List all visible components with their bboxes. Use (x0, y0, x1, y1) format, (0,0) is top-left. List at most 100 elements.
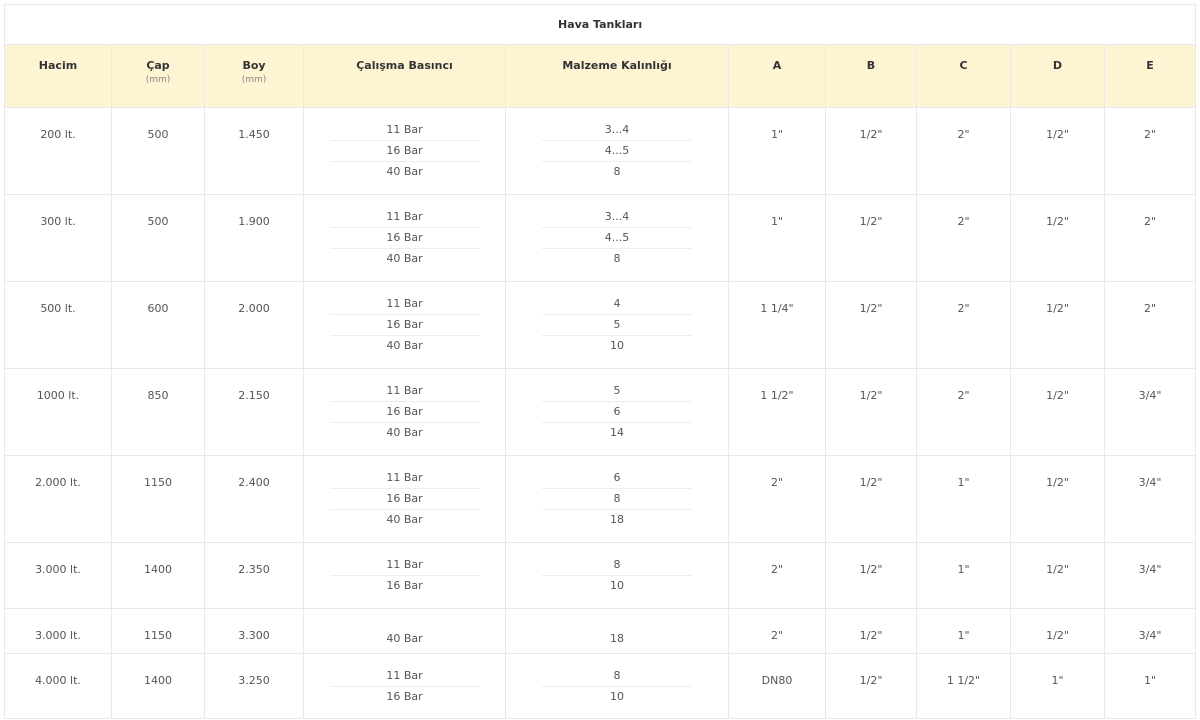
cell-hacim: 500 lt. (4, 281, 112, 369)
cell-kalinlik-value: 3...4 (604, 123, 630, 136)
cell-b: 1/2" (825, 194, 917, 282)
cell-a: 1 1/4" (728, 281, 826, 369)
table-row: 3.000 lt. 1150 3.300 40 Bar 18 2" 1/2" 1" 1/2" 3/… (4, 608, 1197, 654)
cell-basinc-value: 16 Bar (329, 401, 480, 422)
cell-a: 2" (728, 608, 826, 654)
cell-basinc-value: 16 Bar (329, 686, 480, 707)
cell-d: 1/2" (1010, 281, 1105, 369)
table-row: 2.000 lt. 1150 2.400 11 Bar 16 Bar 40 Bar 6 8 18… (4, 455, 1197, 543)
cell-boy: 2.400 (204, 455, 304, 543)
cell-kalinlik: 18 (505, 608, 729, 654)
cell-kalinlik-value: 8 (613, 558, 621, 571)
cell-cap: 1150 (111, 455, 205, 543)
cell-basinc-value: 40 Bar (329, 248, 480, 269)
cell-a: 1" (728, 107, 826, 195)
cell-b: 1/2" (825, 542, 917, 609)
cell-kalinlik-value: 4...5 (542, 227, 692, 248)
table-title: Hava Tankları (3, 4, 1197, 45)
header-boy: Boy (mm) (204, 44, 304, 108)
cell-kalinlik: 8 10 (505, 542, 729, 609)
cell-kalinlik-value: 5 (542, 314, 692, 335)
cell-kalinlik-value: 4 (613, 297, 621, 310)
cell-hacim: 3.000 lt. (4, 608, 112, 654)
cell-hacim: 200 lt. (4, 107, 112, 195)
cell-basinc: 11 Bar 16 Bar 40 Bar (303, 455, 506, 543)
cell-d: 1/2" (1010, 107, 1105, 195)
cell-e: 1" (1103, 653, 1197, 719)
cell-b: 1/2" (825, 107, 917, 195)
cell-cap: 850 (111, 368, 205, 456)
cell-a: 1 1/2" (728, 368, 826, 456)
cell-basinc: 11 Bar 16 Bar (303, 542, 506, 609)
cell-e: 2" (1103, 281, 1197, 369)
cell-kalinlik-value: 8 (613, 669, 621, 682)
cell-kalinlik: 6 8 18 (505, 455, 729, 543)
cell-b: 1/2" (825, 455, 917, 543)
cell-kalinlik-value: 6 (542, 401, 692, 422)
cell-e: 3/4" (1103, 368, 1197, 456)
cell-kalinlik: 5 6 14 (505, 368, 729, 456)
cell-hacim: 4.000 lt. (4, 653, 112, 719)
cell-c: 2" (916, 281, 1011, 369)
cell-basinc-value: 11 Bar (386, 669, 423, 682)
cell-e: 2" (1103, 194, 1197, 282)
cell-c: 1" (916, 455, 1011, 543)
table-row: 4.000 lt. 1400 3.250 11 Bar 16 Bar 8 10 DN80 1/2… (4, 653, 1197, 719)
cell-basinc-value: 11 Bar (386, 297, 423, 310)
unit-label: (mm) (241, 75, 267, 85)
cell-kalinlik-value: 14 (542, 422, 692, 443)
header-kalinlik: Malzeme Kalınlığı (505, 44, 729, 108)
table-row: 200 lt. 500 1.450 11 Bar 16 Bar 40 Bar 3...4 4.… (4, 107, 1197, 195)
cell-basinc: 11 Bar 16 Bar 40 Bar (303, 281, 506, 369)
cell-kalinlik-value: 4...5 (542, 140, 692, 161)
header-c: C (916, 44, 1011, 108)
cell-basinc-value: 16 Bar (329, 227, 480, 248)
cell-basinc-value: 16 Bar (329, 575, 480, 596)
cell-basinc-value: 16 Bar (329, 488, 480, 509)
cell-basinc-value: 40 Bar (386, 632, 423, 645)
cell-hacim: 3.000 lt. (4, 542, 112, 609)
cell-cap: 1400 (111, 542, 205, 609)
cell-kalinlik-value: 8 (542, 248, 692, 269)
cell-basinc-value: 40 Bar (329, 335, 480, 356)
table-row: 1000 lt. 850 2.150 11 Bar 16 Bar 40 Bar 5 6 14 1 … (4, 368, 1197, 456)
cell-e: 3/4" (1103, 608, 1197, 654)
cell-cap: 1400 (111, 653, 205, 719)
table-row: 300 lt. 500 1.900 11 Bar 16 Bar 40 Bar 3...4 4.… (4, 194, 1197, 282)
cell-boy: 1.450 (204, 107, 304, 195)
cell-a: 2" (728, 542, 826, 609)
cell-c: 2" (916, 194, 1011, 282)
cell-basinc: 11 Bar 16 Bar 40 Bar (303, 194, 506, 282)
table-row: 500 lt. 600 2.000 11 Bar 16 Bar 40 Bar 4 5 10 1 1… (4, 281, 1197, 369)
cell-kalinlik-value: 18 (610, 632, 624, 645)
header-d: D (1010, 44, 1105, 108)
cell-d: 1/2" (1010, 194, 1105, 282)
cell-basinc-value: 11 Bar (386, 123, 423, 136)
air-tank-spec-table: Hava Tankları Hacim Çap (mm) Boy (mm) Çalı… (3, 4, 1197, 719)
unit-label: (mm) (145, 75, 171, 85)
cell-c: 2" (916, 107, 1011, 195)
cell-cap: 1150 (111, 608, 205, 654)
cell-hacim: 2.000 lt. (4, 455, 112, 543)
cell-kalinlik-value: 3...4 (604, 210, 630, 223)
cell-kalinlik: 3...4 4...5 8 (505, 107, 729, 195)
cell-cap: 500 (111, 194, 205, 282)
cell-c: 1 1/2" (916, 653, 1011, 719)
cell-kalinlik-value: 8 (542, 161, 692, 182)
cell-basinc-value: 16 Bar (329, 140, 480, 161)
cell-basinc-value: 11 Bar (386, 210, 423, 223)
cell-kalinlik: 3...4 4...5 8 (505, 194, 729, 282)
cell-cap: 500 (111, 107, 205, 195)
cell-boy: 2.150 (204, 368, 304, 456)
cell-kalinlik-value: 10 (542, 575, 692, 596)
cell-d: 1/2" (1010, 608, 1105, 654)
table-row: 3.000 lt. 1400 2.350 11 Bar 16 Bar 8 10 2" 1/2" 1… (4, 542, 1197, 609)
cell-e: 2" (1103, 107, 1197, 195)
header-row: Hacim Çap (mm) Boy (mm) Çalışma Basıncı Ma… (4, 44, 1197, 108)
cell-basinc: 11 Bar 16 Bar 40 Bar (303, 368, 506, 456)
cell-basinc-value: 40 Bar (329, 161, 480, 182)
cell-basinc-value: 11 Bar (386, 558, 423, 571)
cell-d: 1" (1010, 653, 1105, 719)
cell-a: 1" (728, 194, 826, 282)
cell-cap: 600 (111, 281, 205, 369)
